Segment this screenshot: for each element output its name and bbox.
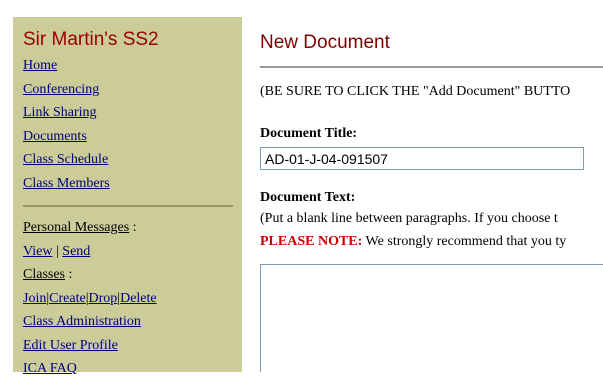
edit-user-profile-link[interactable]: Edit User Profile: [23, 334, 232, 358]
personal-messages-suffix: :: [129, 220, 137, 235]
delete-class-link[interactable]: Delete: [120, 291, 157, 306]
sidebar-divider: [23, 205, 233, 207]
document-text-label: Document Text:: [260, 190, 356, 205]
document-text-area[interactable]: [260, 264, 603, 372]
nav-home-link[interactable]: Home: [23, 54, 232, 78]
class-administration-link[interactable]: Class Administration: [23, 310, 232, 334]
document-title-input[interactable]: [260, 147, 584, 170]
personal-messages-heading: Personal Messages :: [23, 216, 232, 240]
sidebar-nav: Home Conferencing Link Sharing Documents…: [23, 54, 233, 381]
personal-messages-label: Personal Messages: [23, 220, 130, 235]
site-title: Sir Martin's SS2: [23, 29, 159, 50]
page-title: New Document: [260, 32, 390, 53]
view-messages-link[interactable]: View: [23, 244, 52, 259]
nav-conferencing-link[interactable]: Conferencing: [23, 78, 232, 102]
create-class-link[interactable]: Create: [49, 291, 86, 306]
classes-label: Classes: [23, 267, 65, 282]
nav-class-members-link[interactable]: Class Members: [23, 172, 232, 196]
send-message-link[interactable]: Send: [62, 244, 90, 259]
please-note: PLEASE NOTE: We strongly recommend that …: [260, 234, 566, 250]
document-title-label: Document Title:: [260, 126, 358, 141]
title-rule: [260, 66, 603, 68]
classes-links: Join|Create|Drop|Delete: [23, 287, 232, 311]
please-note-text: We strongly recommend that you ty: [362, 234, 567, 249]
join-class-link[interactable]: Join: [23, 291, 46, 306]
classes-heading: Classes :: [23, 263, 232, 287]
nav-documents-link[interactable]: Documents: [23, 125, 232, 149]
main-content: New Document (BE SURE TO CLICK THE "Add …: [260, 0, 603, 372]
drop-class-link[interactable]: Drop: [89, 291, 118, 306]
ica-faq-link[interactable]: ICA FAQ: [23, 357, 232, 381]
paragraph-hint: (Put a blank line between paragraphs. If…: [260, 211, 558, 226]
classes-suffix: :: [65, 267, 73, 282]
add-document-note: (BE SURE TO CLICK THE "Add Document" BUT…: [260, 84, 571, 99]
nav-class-schedule-link[interactable]: Class Schedule: [23, 148, 232, 172]
separator: |: [55, 243, 59, 259]
personal-messages-links: View | Send: [23, 240, 232, 264]
please-note-label: PLEASE NOTE:: [260, 234, 363, 249]
nav-link-sharing-link[interactable]: Link Sharing: [23, 101, 232, 125]
sidebar: Sir Martin's SS2 Home Conferencing Link …: [13, 17, 242, 376]
